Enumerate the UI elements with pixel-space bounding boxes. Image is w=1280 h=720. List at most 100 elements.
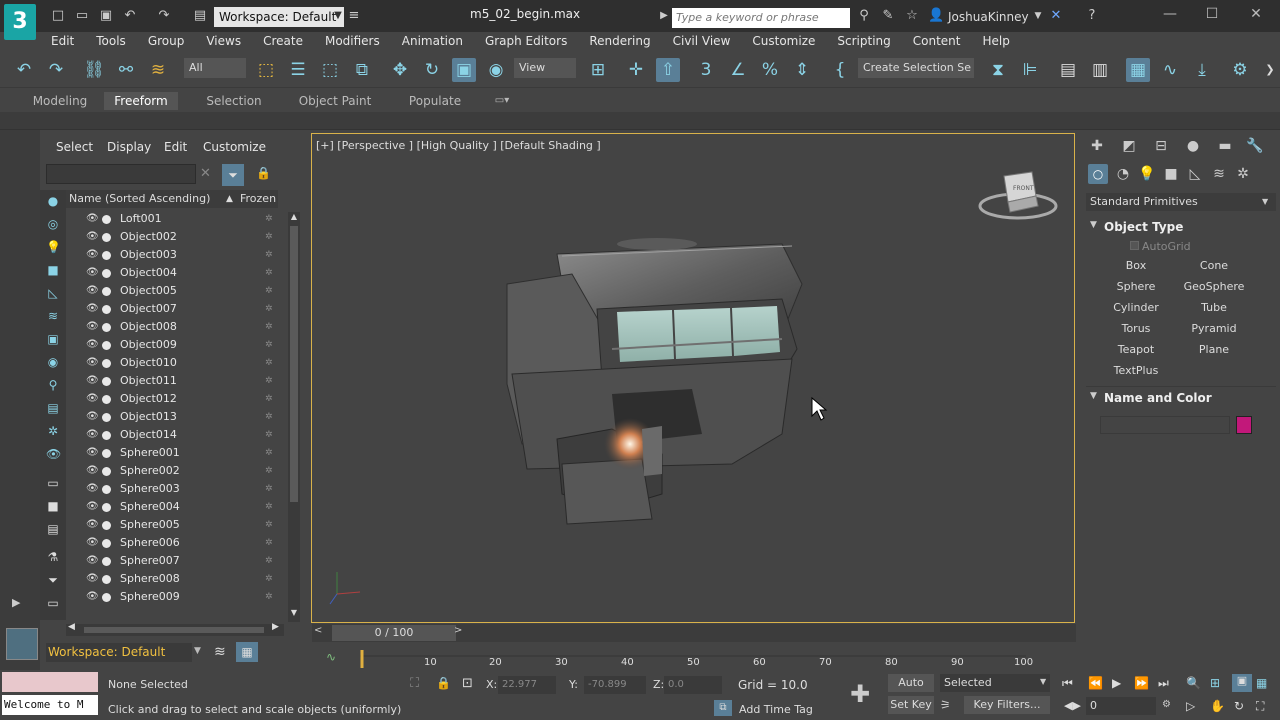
- list-item[interactable]: 👁 Sphere008 ✲: [40, 570, 286, 588]
- object-name[interactable]: Object013: [120, 408, 177, 426]
- zoom-all-icon[interactable]: ⊞: [1210, 676, 1220, 690]
- object-name[interactable]: Object003: [120, 246, 177, 264]
- menu-help[interactable]: Help: [972, 32, 1021, 50]
- menu-scripting[interactable]: Scripting: [826, 32, 901, 50]
- render-dot-icon[interactable]: [102, 359, 111, 368]
- viewport-thumbnail[interactable]: [6, 628, 38, 660]
- object-name[interactable]: Sphere006: [120, 534, 180, 552]
- material-editor-icon[interactable]: ⚙: [1228, 58, 1252, 82]
- time-slider-thumb[interactable]: 0 / 100: [332, 625, 456, 641]
- object-name[interactable]: Object008: [120, 318, 177, 336]
- scene-menu-display[interactable]: Display: [107, 140, 151, 154]
- cone-button[interactable]: Cone: [1179, 257, 1249, 275]
- go-to-start-icon[interactable]: ⏮: [1062, 676, 1073, 691]
- motion-panel-icon[interactable]: ●: [1182, 138, 1204, 158]
- visibility-icon[interactable]: 👁: [86, 516, 99, 534]
- key-mode-select[interactable]: Selected: [940, 674, 1050, 692]
- zoom-extents-icon[interactable]: ▣: [1232, 674, 1252, 692]
- column-header[interactable]: Name (Sorted Ascending) ▲ Frozen: [64, 190, 278, 208]
- freeze-icon[interactable]: ✲: [265, 228, 273, 246]
- helpers-category-icon[interactable]: ◺: [1184, 166, 1206, 186]
- render-dot-icon[interactable]: [102, 305, 111, 314]
- visibility-icon[interactable]: 👁: [86, 444, 99, 462]
- name-color-collapse-icon[interactable]: ▼: [1090, 391, 1097, 401]
- scene-explorer-toggle-icon[interactable]: ▦: [1126, 58, 1150, 82]
- cylinder-button[interactable]: Cylinder: [1101, 299, 1171, 317]
- freeze-icon[interactable]: ✲: [265, 318, 273, 336]
- previous-key-icon[interactable]: ⏪: [1088, 676, 1103, 690]
- render-dot-icon[interactable]: [102, 539, 111, 548]
- named-selection-edit-icon[interactable]: {: [828, 58, 852, 82]
- list-item[interactable]: 👁 Object002 ✲: [40, 228, 286, 246]
- freeze-icon[interactable]: ✲: [265, 210, 273, 228]
- close-icon[interactable]: ✕: [1246, 6, 1266, 22]
- visibility-icon[interactable]: 👁: [86, 462, 99, 480]
- freeze-icon[interactable]: ✲: [265, 534, 273, 552]
- horizontal-scrollbar[interactable]: ◀ ▶: [66, 622, 284, 636]
- render-dot-icon[interactable]: [102, 521, 111, 530]
- user-chevron-icon[interactable]: ▼: [1030, 8, 1046, 24]
- render-dot-icon[interactable]: [102, 377, 111, 386]
- rotate-icon[interactable]: ↻: [420, 58, 444, 82]
- create-panel-icon[interactable]: ✚: [1086, 138, 1108, 158]
- zoom-icon[interactable]: 🔍: [1186, 676, 1201, 690]
- menu-tools[interactable]: Tools: [85, 32, 137, 50]
- snaps-toggle-icon[interactable]: 3: [694, 58, 718, 82]
- list-item[interactable]: 👁 Object008 ✲: [40, 318, 286, 336]
- maxscript-listener-input[interactable]: Welcome to M: [2, 695, 98, 715]
- user-icon[interactable]: 👤: [928, 8, 944, 24]
- x-coordinate-input[interactable]: 22.977: [498, 676, 556, 694]
- explorer-workspace-select[interactable]: Workspace: Default: [46, 643, 192, 662]
- object-name[interactable]: Object009: [120, 336, 177, 354]
- toolbar-overflow-icon[interactable]: ❯: [1258, 58, 1280, 82]
- viewport-label[interactable]: [+] [Perspective ] [High Quality ] [Defa…: [316, 139, 601, 152]
- select-object-icon[interactable]: ⬚: [254, 58, 278, 82]
- schematic-view-icon[interactable]: ⤓: [1190, 58, 1214, 82]
- visibility-icon[interactable]: 👁: [86, 264, 99, 282]
- filter-icon[interactable]: ⏷: [222, 164, 244, 186]
- freeze-icon[interactable]: ✲: [265, 372, 273, 390]
- render-dot-icon[interactable]: [102, 575, 111, 584]
- mirror-icon[interactable]: ⧗: [986, 58, 1010, 82]
- orbit-icon[interactable]: ↻: [1234, 699, 1244, 713]
- object-name[interactable]: Object011: [120, 372, 177, 390]
- freeze-icon[interactable]: ✲: [265, 588, 273, 606]
- render-dot-icon[interactable]: [102, 413, 111, 422]
- move-icon[interactable]: ✥: [388, 58, 412, 82]
- render-dot-icon[interactable]: [102, 449, 111, 458]
- hierarchy-sort-icon[interactable]: ▦: [236, 642, 258, 662]
- object-name[interactable]: Sphere009: [120, 588, 180, 606]
- freeze-icon[interactable]: ✲: [265, 408, 273, 426]
- tab-selection[interactable]: Selection: [198, 92, 270, 110]
- menu-create[interactable]: Create: [252, 32, 314, 50]
- menu-content[interactable]: Content: [902, 32, 972, 50]
- autogrid-checkbox[interactable]: [1130, 241, 1139, 250]
- workspace-menu-icon[interactable]: ≡: [346, 8, 362, 24]
- scale-icon[interactable]: ▣: [452, 58, 476, 82]
- list-item[interactable]: 👁 Object007 ✲: [40, 300, 286, 318]
- object-name[interactable]: Sphere008: [120, 570, 180, 588]
- cameras-category-icon[interactable]: ■: [1160, 166, 1182, 186]
- geometry-category-icon[interactable]: ○: [1088, 164, 1108, 184]
- list-item[interactable]: 👁 Sphere009 ✲: [40, 588, 286, 606]
- object-name[interactable]: Sphere003: [120, 480, 180, 498]
- default-in-out-tangent-icon[interactable]: ⚞: [940, 698, 951, 712]
- curve-editor-icon[interactable]: ∿: [1158, 58, 1182, 82]
- pyramid-button[interactable]: Pyramid: [1179, 320, 1249, 338]
- rectangular-selection-icon[interactable]: ⬚: [318, 58, 342, 82]
- visibility-icon[interactable]: 👁: [86, 390, 99, 408]
- percent-snap-icon[interactable]: %: [758, 58, 782, 82]
- expand-dock-icon[interactable]: ▶: [12, 596, 20, 609]
- list-item[interactable]: 👁 Object005 ✲: [40, 282, 286, 300]
- name-color-rollout-title[interactable]: Name and Color: [1104, 391, 1212, 405]
- place-icon[interactable]: ◉: [484, 58, 508, 82]
- time-slider[interactable]: < 0 / 100 >: [312, 624, 1076, 642]
- list-item[interactable]: 👁 Loft001 ✲: [40, 210, 286, 228]
- list-item[interactable]: 👁 Object012 ✲: [40, 390, 286, 408]
- user-name[interactable]: JoshuaKinney: [948, 10, 1029, 24]
- visibility-icon[interactable]: 👁: [86, 354, 99, 372]
- pivot-center-icon[interactable]: ⊞: [586, 58, 610, 82]
- freeze-icon[interactable]: ✲: [265, 426, 273, 444]
- tube-button[interactable]: Tube: [1179, 299, 1249, 317]
- modify-panel-icon[interactable]: ◩: [1118, 138, 1140, 158]
